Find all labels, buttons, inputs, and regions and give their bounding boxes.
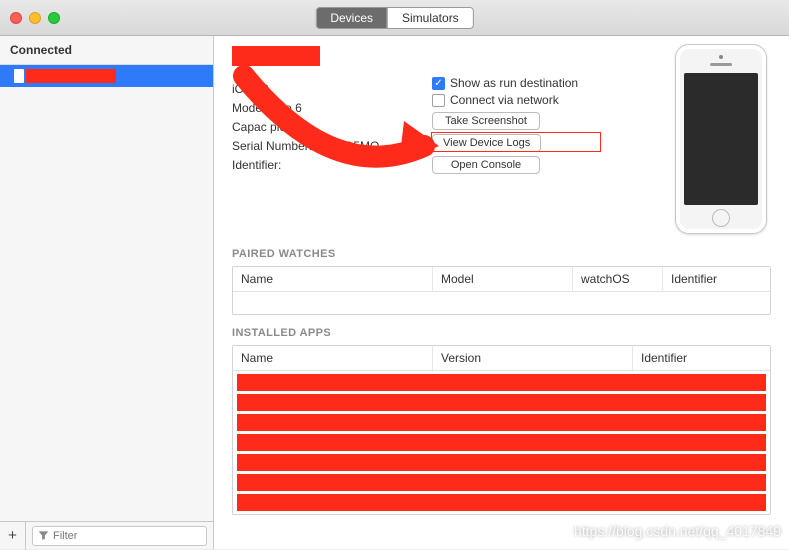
section-title: INSTALLED APPS xyxy=(232,327,771,339)
col-identifier[interactable]: Identifier xyxy=(633,346,770,370)
content-area: iOS 12 Model: iP e 6 Capac ple) Serial N… xyxy=(214,36,789,549)
close-icon[interactable] xyxy=(10,12,22,24)
device-icon xyxy=(14,69,24,83)
device-controls: ✓ Show as run destination Connect via ne… xyxy=(432,76,578,178)
tab-devices[interactable]: Devices xyxy=(316,8,387,28)
table-row[interactable] xyxy=(237,374,766,391)
col-identifier[interactable]: Identifier xyxy=(663,267,770,291)
take-screenshot-button[interactable]: Take Screenshot xyxy=(432,112,540,130)
sidebar-header: Connected xyxy=(0,36,213,65)
sidebar-list xyxy=(0,65,213,521)
open-console-button[interactable]: Open Console xyxy=(432,156,540,174)
watermark: https://blog.csdn.net/qq_4017849 xyxy=(574,523,781,539)
paired-watches-section: PAIRED WATCHES Name Model watchOS Identi… xyxy=(214,248,789,315)
col-version[interactable]: Version xyxy=(433,346,633,370)
installed-apps-section: INSTALLED APPS Name Version Identifier xyxy=(214,327,789,515)
table-row[interactable] xyxy=(237,454,766,471)
sidebar-device-item[interactable] xyxy=(0,65,213,87)
watches-table: Name Model watchOS Identifier xyxy=(232,266,771,315)
col-watchos[interactable]: watchOS xyxy=(573,267,663,291)
apps-table: Name Version Identifier xyxy=(232,345,771,515)
show-run-checkbox[interactable]: ✓ xyxy=(432,77,445,90)
segmented-control: Devices Simulators xyxy=(315,7,473,29)
connect-network-label: Connect via network xyxy=(450,93,559,107)
add-button[interactable]: + xyxy=(0,522,26,550)
col-name[interactable]: Name xyxy=(233,346,433,370)
maximize-icon[interactable] xyxy=(48,12,60,24)
filter-field[interactable] xyxy=(32,526,207,546)
filter-input[interactable] xyxy=(53,530,201,542)
device-image xyxy=(675,44,767,234)
filter-icon xyxy=(38,530,49,541)
col-name[interactable]: Name xyxy=(233,267,433,291)
minimize-icon[interactable] xyxy=(29,12,41,24)
connect-network-checkbox[interactable] xyxy=(432,94,445,107)
tab-simulators[interactable]: Simulators xyxy=(387,8,473,28)
col-model[interactable]: Model xyxy=(433,267,573,291)
traffic-lights xyxy=(10,12,60,24)
sidebar-footer: + xyxy=(0,521,213,549)
show-run-label: Show as run destination xyxy=(450,76,578,90)
sidebar: Connected + xyxy=(0,36,214,549)
view-device-logs-button[interactable]: View Device Logs xyxy=(432,134,541,152)
table-row[interactable] xyxy=(237,434,766,451)
table-row[interactable] xyxy=(237,394,766,411)
table-row[interactable] xyxy=(237,494,766,511)
table-row[interactable] xyxy=(237,474,766,491)
redaction-overlay xyxy=(232,46,320,66)
section-title: PAIRED WATCHES xyxy=(232,248,771,260)
redaction-overlay xyxy=(26,69,116,83)
title-bar: Devices Simulators xyxy=(0,0,789,36)
table-row[interactable] xyxy=(237,414,766,431)
